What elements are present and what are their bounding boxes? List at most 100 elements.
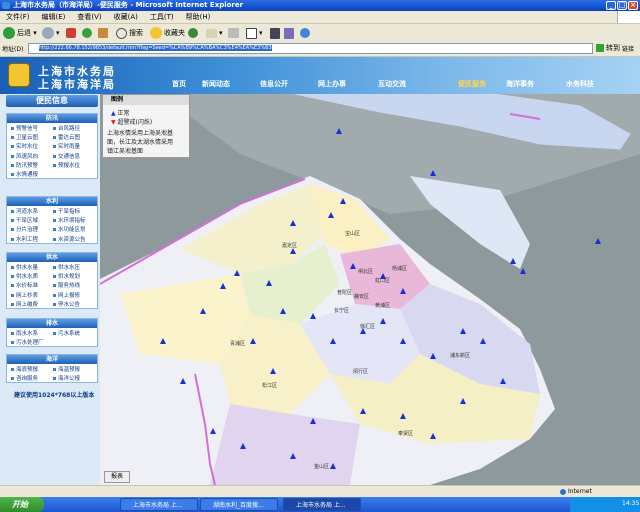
forward-button[interactable]: ▾ xyxy=(42,26,60,40)
go-button[interactable]: 转到 xyxy=(596,43,624,54)
sidebar-link[interactable]: 供水规划 xyxy=(53,272,80,280)
back-arrow-icon xyxy=(3,27,15,39)
sidebar-link[interactable]: 雨水水系 xyxy=(11,329,38,337)
sidebar-link[interactable]: 水利工程 xyxy=(11,235,38,243)
sidebar-link[interactable]: 咨询服务 xyxy=(11,374,38,382)
sidebar-link[interactable]: 预报水位 xyxy=(53,161,80,169)
sidebar-link[interactable]: 污水处理厂 xyxy=(11,338,44,346)
favorites-button[interactable]: 收藏夹 xyxy=(150,26,185,40)
nav-item-7[interactable]: 水务科技 xyxy=(566,79,594,89)
research-button[interactable] xyxy=(284,26,296,40)
sidebar-link[interactable]: 交通信息 xyxy=(53,152,80,160)
search-button[interactable]: 搜索 xyxy=(116,26,143,40)
nav-item-4[interactable]: 互动交流 xyxy=(378,79,406,89)
site-logo-icon[interactable] xyxy=(8,63,30,87)
nav-item-2[interactable]: 信息公开 xyxy=(260,79,288,89)
bullet-icon xyxy=(11,368,14,371)
address-input[interactable]: http://222.66.78.152/9853/default.htm?fl… xyxy=(28,43,593,54)
sidebar-section-title: 排水 xyxy=(7,319,97,328)
district-label[interactable]: 嘉定区 xyxy=(282,242,297,249)
mail-button[interactable]: ▾ xyxy=(206,26,223,40)
district-label[interactable]: 松江区 xyxy=(262,382,277,389)
sidebar-link[interactable]: 网上抄表 xyxy=(11,291,38,299)
nav-item-5[interactable]: 便民服务 xyxy=(458,79,486,89)
sidebar-link[interactable]: 水资源公告 xyxy=(53,235,86,243)
menu-edit[interactable]: 编辑(E) xyxy=(36,11,72,23)
sidebar-link[interactable]: 海浪预报 xyxy=(11,365,38,373)
links-label[interactable]: 链接 xyxy=(622,44,634,53)
close-button[interactable]: × xyxy=(628,1,638,10)
home-button[interactable] xyxy=(98,26,110,40)
menu-help[interactable]: 帮助(H) xyxy=(180,11,217,23)
district-label[interactable]: 徐汇区 xyxy=(360,323,375,330)
district-label[interactable]: 杨浦区 xyxy=(392,265,407,272)
sidebar-link[interactable]: 风速风向 xyxy=(11,152,38,160)
nav-item-6[interactable]: 海洋事务 xyxy=(506,79,534,89)
messenger-button[interactable] xyxy=(300,26,312,40)
sidebar-link[interactable]: 供水水压 xyxy=(53,263,80,271)
sidebar-link[interactable]: 供水水量 xyxy=(11,263,38,271)
history-button[interactable] xyxy=(188,26,200,40)
district-label[interactable]: 金山区 xyxy=(314,463,329,470)
sidebar-link[interactable]: 服务热线 xyxy=(53,281,80,289)
district-label[interactable]: 长宁区 xyxy=(334,307,349,314)
taskbar-task-2[interactable]: 上海市水务局 上... xyxy=(283,498,361,511)
sidebar-link[interactable]: 网上报修 xyxy=(53,291,80,299)
sidebar-link[interactable]: 水环境指标 xyxy=(53,216,86,224)
sidebar-link[interactable]: 供水水质 xyxy=(11,272,38,280)
sidebar-link[interactable]: 水价标准 xyxy=(11,281,38,289)
sidebar-link[interactable]: 雷达云图 xyxy=(53,133,80,141)
bullet-icon xyxy=(53,145,56,149)
start-button[interactable]: 开始 xyxy=(0,497,44,512)
sidebar-link[interactable]: 干旱区域 xyxy=(11,216,38,224)
taskbar-task-0[interactable]: 上海市水务局 上... xyxy=(120,498,198,511)
sidebar-link[interactable]: 实时水位 xyxy=(11,142,38,150)
nav-item-1[interactable]: 新闻动态 xyxy=(202,79,230,89)
refresh-button[interactable] xyxy=(82,26,94,40)
district-label[interactable]: 闵行区 xyxy=(353,368,368,375)
menu-tools[interactable]: 工具(T) xyxy=(144,11,180,23)
nav-item-0[interactable]: 首页 xyxy=(172,79,186,89)
nav-item-3[interactable]: 网上办事 xyxy=(318,79,346,89)
menu-favorites[interactable]: 收藏(A) xyxy=(108,11,144,23)
edit-button[interactable]: ▾ xyxy=(246,26,263,40)
district-label[interactable]: 静安区 xyxy=(354,293,369,300)
district-label[interactable]: 普陀区 xyxy=(337,289,352,296)
sidebar-link[interactable]: 停水公告 xyxy=(53,300,80,308)
stop-icon xyxy=(66,28,76,38)
taskbar-task-1[interactable]: 湖南水利_百度搜... xyxy=(200,498,278,511)
sidebar-link[interactable]: 河道水系 xyxy=(11,207,38,215)
sidebar-link[interactable]: 干旱指标 xyxy=(53,207,80,215)
report-button[interactable]: 报表 xyxy=(104,471,130,483)
sidebar-link[interactable]: 海温预报 xyxy=(53,365,80,373)
sidebar-link[interactable]: 预警信号 xyxy=(11,124,38,132)
sidebar-link[interactable]: 网上缴费 xyxy=(11,300,38,308)
menu-view[interactable]: 查看(V) xyxy=(71,11,107,23)
stop-button[interactable] xyxy=(66,26,78,40)
sidebar-link[interactable]: 实时雨量 xyxy=(53,142,80,150)
district-label[interactable]: 奉贤区 xyxy=(398,430,413,437)
menu-file[interactable]: 文件(F) xyxy=(0,11,36,23)
maximize-button[interactable]: □ xyxy=(617,1,627,10)
back-button[interactable]: 后退 ▾ xyxy=(3,26,37,40)
sidebar-link[interactable]: 污水系统 xyxy=(53,329,80,337)
sidebar-link[interactable]: 水功能区划 xyxy=(53,225,86,233)
sidebar-link[interactable]: 防汛预警 xyxy=(11,161,38,169)
district-label[interactable]: 闸北区 xyxy=(358,268,373,275)
minimize-button[interactable]: _ xyxy=(606,1,616,10)
sidebar-link[interactable]: 海洋公报 xyxy=(53,374,80,382)
print-button[interactable] xyxy=(228,26,241,40)
discuss-button[interactable] xyxy=(270,26,282,40)
sidebar-link[interactable]: 卫星云图 xyxy=(11,133,38,141)
sidebar-link[interactable]: 台风路径 xyxy=(53,124,80,132)
sidebar-link[interactable]: 分片治理 xyxy=(11,225,38,233)
map-legend: 图例 ▲ 正常 ▼ 超警戒(闪烁) 上海水情采用上海吴淞基 面，长江及太湖水情采… xyxy=(102,94,190,158)
site-name-ocean: 上海市海洋局 xyxy=(38,78,116,91)
district-label[interactable]: 浦东新区 xyxy=(450,352,470,359)
district-label[interactable]: 虹口区 xyxy=(375,277,390,284)
district-label[interactable]: 宝山区 xyxy=(345,230,360,237)
district-label[interactable]: 黄浦区 xyxy=(375,302,390,309)
edit-icon xyxy=(246,27,257,39)
sidebar-link[interactable]: 水情通报 xyxy=(11,170,38,178)
district-label[interactable]: 青浦区 xyxy=(230,340,245,347)
